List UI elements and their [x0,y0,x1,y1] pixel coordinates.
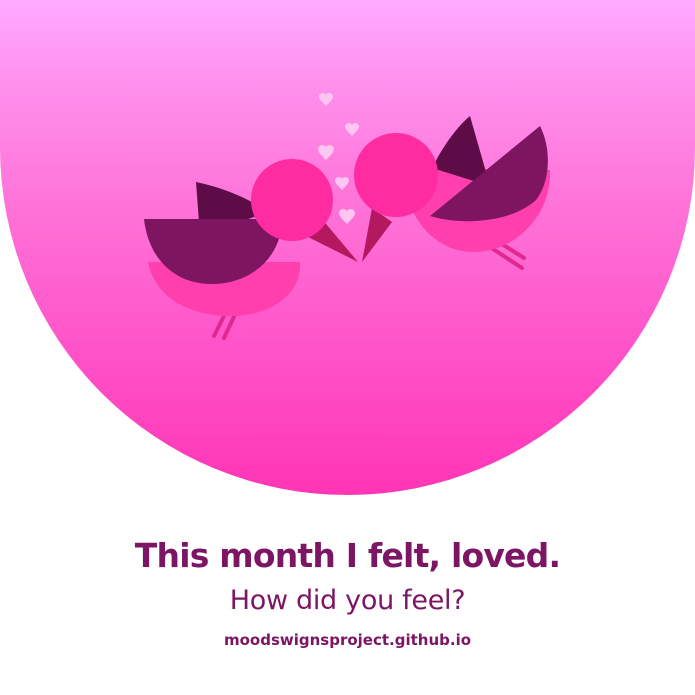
heart-icon [345,123,359,136]
heart-icon [335,177,349,190]
right-bird [354,116,551,270]
left-bird [144,159,358,340]
right-bird-head [354,133,438,217]
heart-icon [318,145,334,160]
heart-icon [339,209,355,224]
subline: How did you feel? [229,585,466,616]
heart-icon [319,93,333,106]
website-url: moodswignsproject.github.io [223,631,472,649]
kissing-birds-illustration [144,93,551,340]
headline: This month I felt, loved. [134,536,561,575]
left-bird-head [251,159,333,241]
